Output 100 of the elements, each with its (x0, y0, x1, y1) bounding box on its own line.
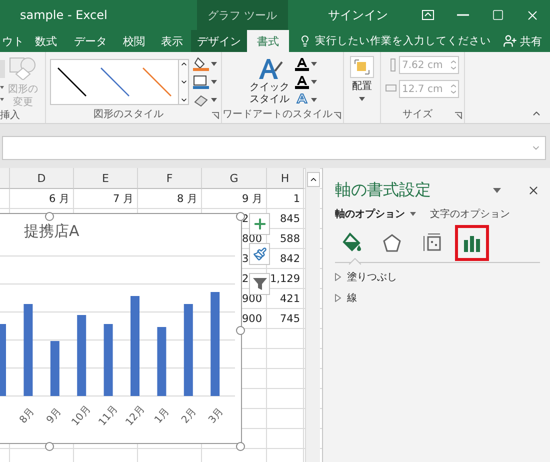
caret-icon (359, 96, 365, 100)
minimize-icon (456, 14, 468, 16)
table-cell: 900 (242, 313, 262, 325)
line-style-swatch[interactable] (141, 66, 174, 98)
column-header[interactable]: H (267, 168, 304, 189)
section-toggle[interactable]: 線 (335, 291, 540, 305)
column-header[interactable]: F (138, 168, 202, 189)
ribbon-tab[interactable]: データ (66, 30, 115, 52)
pane-icon-tab[interactable] (455, 224, 489, 260)
table-cell: 9 月 (242, 192, 263, 206)
chart-styles-button[interactable] (249, 243, 270, 265)
text-outline-icon (294, 74, 308, 88)
caret-icon (310, 62, 316, 66)
paint-bucket-icon (193, 56, 209, 70)
table-cell: 2 (242, 273, 249, 285)
context-tab-header: グラフ ツール (196, 0, 288, 30)
axis-label: 10月 (69, 402, 92, 428)
axis-label: 8月 (17, 405, 36, 426)
wordart-button[interactable] (294, 92, 316, 106)
axis-label: 11月 (96, 402, 120, 428)
table-cell: 745 (280, 313, 300, 325)
chart-bar (50, 341, 60, 396)
section-toggle[interactable]: 塗りつぶし (335, 270, 540, 284)
table-cell: 421 (280, 293, 300, 305)
table-cell: 588 (280, 233, 300, 245)
chart-elements-button[interactable] (249, 213, 270, 235)
pane-tab[interactable]: 軸のオプション (335, 207, 416, 221)
expand-arrow-icon (335, 273, 341, 281)
table-cell: 842 (280, 253, 300, 265)
shape-outline-button[interactable] (193, 74, 217, 88)
table-cell: 845 (280, 213, 300, 225)
column-header[interactable]: D (10, 168, 74, 189)
scroll-up-icon (308, 175, 318, 184)
share-button[interactable]: 共有 (495, 30, 550, 52)
shape-fill-button[interactable] (193, 56, 217, 70)
ribbon-tab[interactable]: 表示 (153, 30, 191, 52)
size-properties-icon (422, 232, 442, 252)
close-icon[interactable] (527, 184, 540, 197)
dialog-launcher-icon[interactable] (212, 112, 219, 119)
dialog-launcher-icon[interactable] (334, 112, 341, 119)
shape-effects-button[interactable] (193, 92, 217, 106)
resize-handle[interactable] (236, 442, 245, 451)
ribbon-tab[interactable]: 数式 (26, 30, 66, 52)
paint-bucket-icon (341, 232, 363, 254)
gallery-scrollbar[interactable] (179, 58, 189, 104)
vertical-scrollbar[interactable] (305, 168, 320, 462)
chart-bar (0, 324, 6, 396)
quick-styles-button[interactable]: クイックスタイル (248, 82, 290, 106)
chart-filters-button[interactable] (249, 273, 270, 295)
pane-options-icon[interactable] (493, 188, 501, 193)
column-header[interactable]: E (74, 168, 138, 189)
table-cell: 1,129 (270, 273, 300, 285)
caret-icon (310, 98, 316, 102)
text-fill-icon (294, 56, 308, 70)
axis-label: 1月 (152, 405, 172, 426)
chart-area[interactable]: 提携店A 8月 9月 10月 11月 12月 1月 2月 3月 (0, 213, 242, 444)
column-header[interactable]: G (202, 168, 267, 189)
pane-tab[interactable]: 文字のオプション (430, 207, 510, 221)
wordart-button[interactable] (294, 56, 316, 70)
caret-icon (211, 80, 217, 84)
chart-bar (104, 324, 113, 396)
axis-label: 12月 (123, 402, 146, 428)
table-cell: 8 月 (176, 192, 198, 206)
sign-in-link[interactable]: サインイン (328, 0, 388, 30)
spinner-icon (451, 84, 456, 94)
line-style-swatch[interactable] (56, 66, 88, 98)
tell-me-search[interactable]: 実行したい作業を入力してください (289, 30, 491, 52)
axis-label: 2月 (179, 405, 198, 426)
table-cell: 3 (242, 253, 249, 265)
pane-title: 軸の書式設定 (335, 180, 432, 201)
ribbon-tab[interactable]: デザイン (191, 30, 247, 52)
caret-icon (211, 62, 217, 66)
plus-icon (252, 216, 268, 232)
axis-label: 9月 (44, 405, 64, 426)
table-cell: 6 月 (48, 192, 70, 206)
maximize-icon (492, 9, 504, 21)
resize-handle[interactable] (236, 326, 245, 335)
line-style-swatch[interactable] (98, 66, 131, 98)
expand-arrow-icon (335, 294, 341, 302)
axis-label: 3月 (206, 405, 226, 426)
resize-handle[interactable] (45, 442, 54, 451)
group-label: 図形のスタイル (94, 109, 164, 121)
chart-bar (157, 327, 166, 396)
table-cell: 7 月 (112, 192, 134, 206)
caret-icon (410, 212, 416, 216)
wordart-button[interactable] (294, 74, 316, 88)
text-effects-icon (294, 92, 308, 106)
dialog-launcher-icon[interactable] (455, 112, 462, 119)
eraser-icon (193, 92, 209, 106)
lightbulb-icon (299, 35, 311, 47)
ribbon-tab[interactable]: ウト (0, 30, 26, 52)
text-style-icon (256, 56, 282, 80)
arrange-button[interactable]: 配置 (351, 81, 373, 94)
resize-handle[interactable] (45, 212, 54, 221)
ribbon-tab[interactable]: 書式 (247, 30, 289, 52)
paintbrush-icon (252, 247, 266, 261)
spinner-icon (451, 60, 456, 70)
ribbon-tab[interactable]: 校閲 (115, 30, 153, 52)
change-shape-icon (8, 56, 38, 80)
group-label: サイズ (402, 109, 432, 121)
